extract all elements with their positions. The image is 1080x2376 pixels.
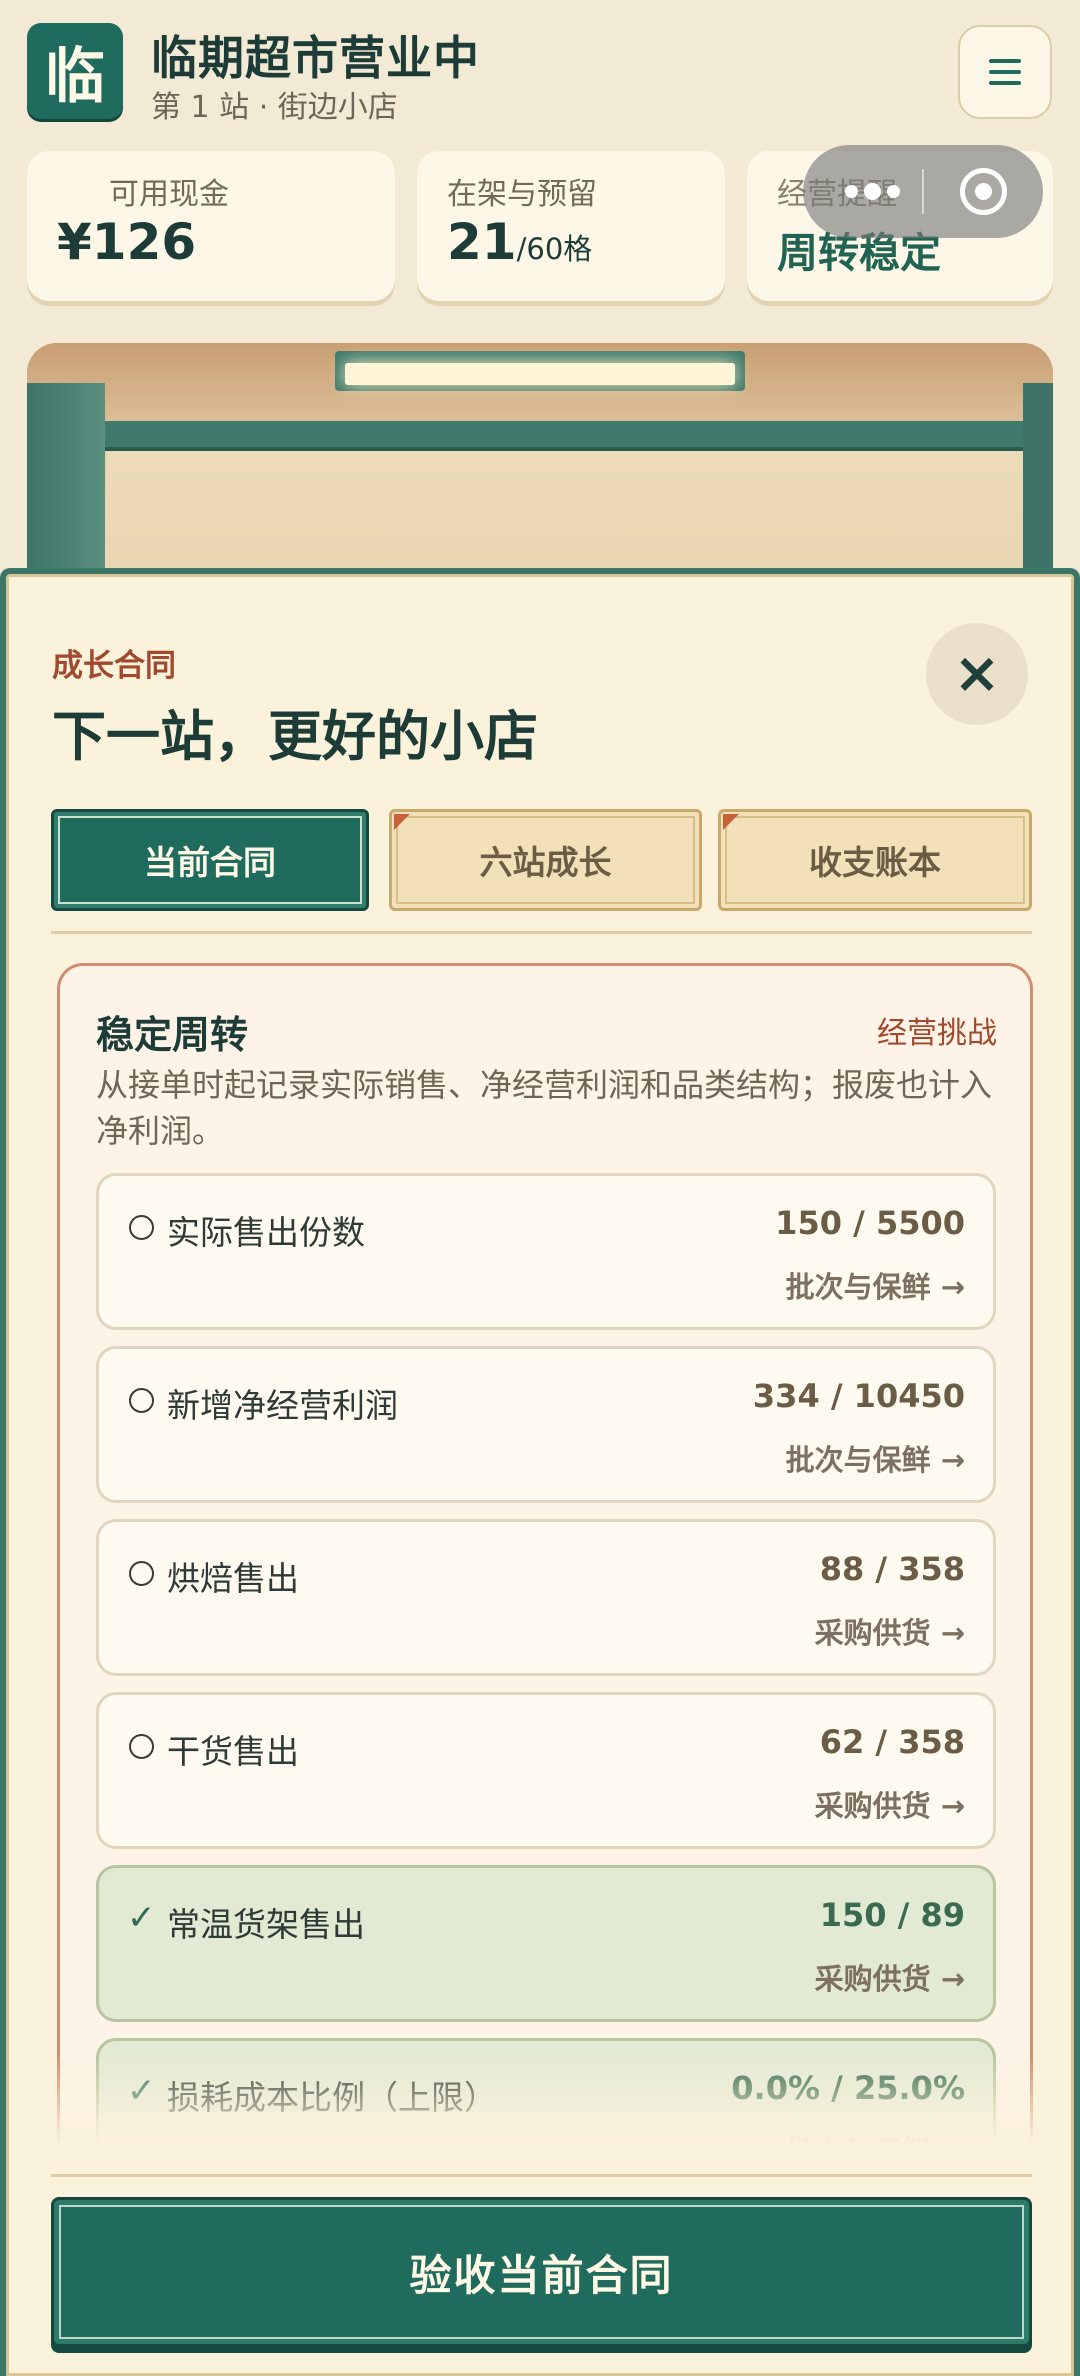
modal-kicker: 成长合同 <box>52 648 176 684</box>
pending-circle-icon <box>129 1388 154 1413</box>
close-button[interactable]: × <box>926 623 1028 725</box>
close-miniprogram-icon[interactable] <box>960 168 1007 215</box>
pending-circle-icon <box>129 1215 154 1240</box>
goal-name: 实际售出份数 <box>167 1213 365 1252</box>
goal-name: 损耗成本比例（上限） <box>167 2078 497 2117</box>
goal-link[interactable]: 采购供货 <box>815 1610 965 1652</box>
goal-progress: 62 / 358 <box>819 1723 965 1761</box>
tab-six-stations[interactable]: 六站成长 <box>389 809 702 911</box>
goal-row[interactable]: ✓ 损耗成本比例（上限） 0.0% / 25.0% 批次与保鲜 <box>96 2038 996 2143</box>
goal-name: 常温货架售出 <box>167 1905 365 1944</box>
goal-link[interactable]: 批次与保鲜 <box>786 1264 965 1306</box>
app-header: 临 临期超市营业中 第 1 站 · 街边小店 <box>0 0 1080 140</box>
goal-link[interactable]: 采购供货 <box>815 1783 965 1825</box>
stat-card-cash: 可用现金 ¥126 <box>27 151 395 301</box>
checkmark-icon: ✓ <box>127 2071 156 2111</box>
divider <box>51 2174 1032 2177</box>
stat-label: 在架与预留 <box>447 177 597 212</box>
goal-row[interactable]: 实际售出份数 150 / 5500 批次与保鲜 <box>96 1173 996 1330</box>
pending-circle-icon <box>129 1561 154 1586</box>
menu-button[interactable] <box>958 25 1052 119</box>
goal-row[interactable]: 干货售出 62 / 358 采购供货 <box>96 1692 996 1849</box>
goal-progress: 88 / 358 <box>819 1550 965 1588</box>
more-icon[interactable] <box>845 183 900 200</box>
miniprogram-capsule <box>803 145 1043 238</box>
panel-title: 稳定周转 <box>96 1013 249 1057</box>
goal-name: 干货售出 <box>167 1732 299 1771</box>
goal-progress: 334 / 10450 <box>752 1377 965 1415</box>
goal-progress: 150 / 5500 <box>775 1204 965 1242</box>
stat-card-shelf: 在架与预留 21/60格 <box>417 151 725 301</box>
close-icon: × <box>953 641 1001 706</box>
goal-row[interactable]: 烘焙售出 88 / 358 采购供货 <box>96 1519 996 1676</box>
contract-modal: 成长合同 下一站，更好的小店 × 当前合同 六站成长 收支账本 稳定周转 经营挑… <box>0 568 1080 2376</box>
menu-icon <box>989 59 1021 63</box>
panel-tag: 经营挑战 <box>877 1016 997 1051</box>
tab-current-contract[interactable]: 当前合同 <box>51 809 369 911</box>
goal-progress: 150 / 89 <box>819 1896 965 1934</box>
goal-progress: 0.0% / 25.0% <box>731 2069 965 2107</box>
checkmark-icon: ✓ <box>127 1898 156 1938</box>
contract-panel: 稳定周转 经营挑战 从接单时起记录实际销售、净经营利润和品类结构；报废也计入净利… <box>57 963 1033 2143</box>
divider <box>51 931 1032 934</box>
stat-value: ¥126 <box>57 213 197 271</box>
modal-title: 下一站，更好的小店 <box>52 705 538 768</box>
goal-name: 新增净经营利润 <box>167 1386 398 1425</box>
ceiling-light <box>335 351 745 391</box>
stat-value: 21/60格 <box>447 213 593 271</box>
goal-link[interactable]: 采购供货 <box>815 1956 965 1998</box>
store-scene-image <box>27 343 1053 603</box>
goal-name: 烘焙售出 <box>167 1559 299 1598</box>
goal-row[interactable]: 新增净经营利润 334 / 10450 批次与保鲜 <box>96 1346 996 1503</box>
app-subtitle: 第 1 站 · 街边小店 <box>151 90 398 125</box>
accept-contract-button[interactable]: 验收当前合同 <box>51 2197 1032 2347</box>
panel-description: 从接单时起记录实际销售、净经营利润和品类结构；报废也计入净利润。 <box>96 1066 993 1150</box>
app-title: 临期超市营业中 <box>151 31 480 85</box>
goal-row[interactable]: ✓ 常温货架售出 150 / 89 采购供货 <box>96 1865 996 2022</box>
goal-link[interactable]: 批次与保鲜 <box>786 1437 965 1479</box>
pending-circle-icon <box>129 1734 154 1759</box>
goal-link[interactable]: 批次与保鲜 <box>786 2129 965 2143</box>
tab-ledger[interactable]: 收支账本 <box>718 809 1032 911</box>
app-logo: 临 <box>27 23 123 119</box>
stat-label: 可用现金 <box>109 177 229 212</box>
